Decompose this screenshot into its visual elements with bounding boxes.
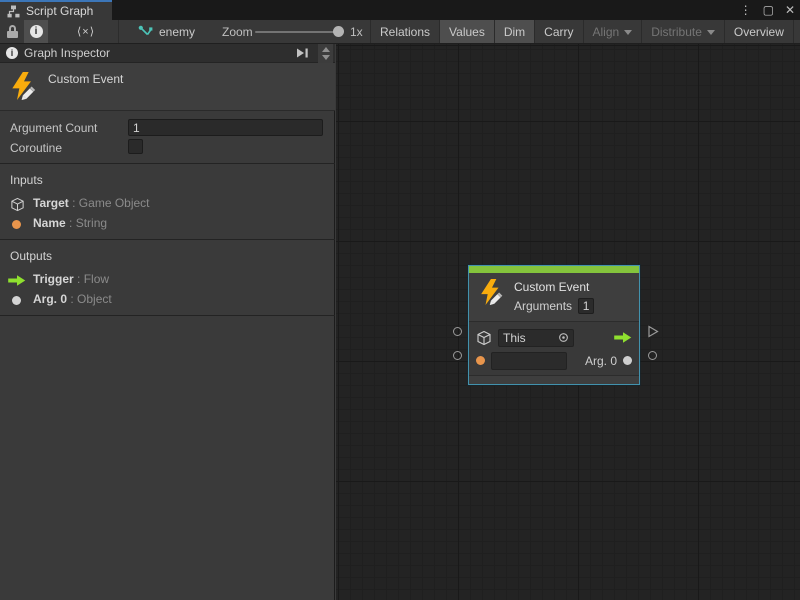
section-divider bbox=[0, 239, 335, 240]
close-icon[interactable]: ✕ bbox=[785, 3, 795, 17]
argument-count-label: Argument Count bbox=[10, 121, 97, 135]
zoom-value: 1x bbox=[350, 25, 363, 39]
section-divider bbox=[0, 315, 335, 316]
variables-button[interactable]: ⟨×⟩ bbox=[68, 20, 104, 43]
outputs-heading: Outputs bbox=[10, 249, 52, 263]
window-menu-icon[interactable]: ⋮ bbox=[740, 3, 752, 17]
port-type: : Game Object bbox=[72, 196, 149, 210]
input-port-target[interactable] bbox=[453, 327, 462, 336]
node-arguments-field[interactable]: 1 bbox=[578, 298, 594, 314]
toolbar: i ⟨×⟩ enemy Zoom 1x Relations Values Dim… bbox=[0, 20, 800, 44]
node-title: Custom Event bbox=[514, 280, 594, 294]
title-bar: Script Graph ⋮ ▢ ✕ bbox=[0, 0, 800, 20]
output-row-arg0: Arg. 0 : Object bbox=[0, 292, 335, 310]
window-controls: ⋮ ▢ ✕ bbox=[740, 0, 795, 20]
graph-name-label: enemy bbox=[159, 25, 195, 39]
tab-script-graph[interactable]: Script Graph bbox=[0, 0, 112, 20]
node-row-arg0: Arg. 0 bbox=[476, 349, 632, 372]
object-port-icon bbox=[12, 296, 21, 305]
chevron-down-icon bbox=[624, 30, 632, 35]
script-graph-window: Script Graph ⋮ ▢ ✕ i ⟨×⟩ enemy Zoom bbox=[0, 0, 800, 600]
lock-button[interactable] bbox=[7, 25, 18, 38]
input-row-target: Target : Game Object bbox=[0, 196, 335, 214]
node-footer bbox=[469, 375, 639, 384]
tab-title: Script Graph bbox=[26, 4, 93, 18]
port-name: Trigger bbox=[33, 272, 74, 286]
zoom-label: Zoom bbox=[222, 25, 253, 39]
object-picker-icon[interactable] bbox=[558, 332, 569, 343]
cube-icon bbox=[10, 197, 25, 212]
node-row-target: This bbox=[476, 326, 632, 349]
trigger-flow-arrow-icon[interactable] bbox=[614, 332, 632, 343]
arg0-label: Arg. 0 bbox=[585, 354, 617, 368]
info-icon: i bbox=[6, 47, 18, 59]
custom-event-icon bbox=[479, 279, 505, 305]
flow-arrow-icon bbox=[8, 275, 26, 286]
relations-button[interactable]: Relations bbox=[370, 20, 439, 43]
align-dropdown[interactable]: Align bbox=[583, 20, 642, 43]
name-input-port-icon[interactable] bbox=[476, 356, 485, 365]
input-row-name: Name : String bbox=[0, 216, 335, 234]
port-type: : Flow bbox=[77, 272, 109, 286]
output-port-trigger[interactable] bbox=[647, 325, 659, 341]
unit-header: Custom Event bbox=[0, 63, 335, 111]
target-value: This bbox=[503, 331, 554, 345]
scroll-up-icon[interactable] bbox=[322, 47, 330, 52]
info-icon: i bbox=[30, 25, 43, 38]
inputs-heading: Inputs bbox=[10, 173, 43, 187]
string-port-icon bbox=[12, 220, 21, 229]
port-name: Arg. 0 bbox=[33, 292, 67, 306]
inspector-header: i Graph Inspector bbox=[0, 44, 335, 63]
distribute-dropdown[interactable]: Distribute bbox=[641, 20, 724, 43]
event-name-input[interactable] bbox=[491, 352, 567, 370]
graph-breadcrumb[interactable]: enemy bbox=[138, 20, 195, 43]
node-body: This Ar bbox=[469, 321, 639, 375]
arg0-output-port-icon[interactable] bbox=[623, 356, 632, 365]
coroutine-label: Coroutine bbox=[10, 141, 62, 155]
port-type: : String bbox=[69, 216, 107, 230]
graph-canvas[interactable]: Custom Event Arguments 1 This bbox=[336, 44, 800, 600]
target-object-picker[interactable]: This bbox=[498, 329, 574, 347]
port-name: Name bbox=[33, 216, 66, 230]
fullscreen-button[interactable]: Full Screen bbox=[793, 20, 800, 43]
argument-count-field[interactable] bbox=[128, 119, 323, 136]
input-port-name[interactable] bbox=[453, 351, 462, 360]
dock-panel-icon[interactable] bbox=[296, 47, 310, 59]
variables-icon: ⟨×⟩ bbox=[77, 25, 95, 38]
scroll-down-icon[interactable] bbox=[322, 55, 330, 60]
toolbar-divider bbox=[118, 20, 119, 43]
port-type: : Object bbox=[70, 292, 111, 306]
output-port-arg0[interactable] bbox=[648, 351, 657, 360]
carry-button[interactable]: Carry bbox=[534, 20, 582, 43]
inspector-scroll-spinner[interactable] bbox=[318, 44, 333, 63]
node-header[interactable]: Custom Event Arguments 1 bbox=[469, 273, 639, 321]
script-graph-asset-icon bbox=[138, 25, 153, 38]
node-arguments-label: Arguments bbox=[514, 299, 572, 313]
flow-port-triangle-icon bbox=[647, 325, 659, 338]
maximize-icon[interactable]: ▢ bbox=[763, 3, 774, 17]
unit-title: Custom Event bbox=[48, 72, 123, 86]
dim-button[interactable]: Dim bbox=[494, 20, 534, 43]
coroutine-checkbox[interactable] bbox=[128, 139, 143, 154]
graph-icon bbox=[7, 5, 20, 18]
graph-inspector-panel: i Graph Inspector Custom Event bbox=[0, 44, 335, 600]
node-event-color-bar bbox=[469, 266, 639, 273]
zoom-slider-track[interactable] bbox=[255, 31, 343, 33]
cube-icon bbox=[476, 330, 492, 346]
section-divider bbox=[0, 163, 335, 164]
custom-event-icon bbox=[10, 72, 38, 100]
toolbar-button-group: Relations Values Dim Carry Align Distrib… bbox=[370, 20, 800, 43]
output-row-trigger: Trigger : Flow bbox=[0, 272, 335, 290]
inspector-toggle-button[interactable]: i bbox=[24, 20, 48, 43]
custom-event-node[interactable]: Custom Event Arguments 1 This bbox=[468, 265, 640, 385]
chevron-down-icon bbox=[707, 30, 715, 35]
inspector-title: Graph Inspector bbox=[24, 46, 110, 60]
values-button[interactable]: Values bbox=[439, 20, 494, 43]
overview-button[interactable]: Overview bbox=[724, 20, 793, 43]
port-name: Target bbox=[33, 196, 69, 210]
zoom-slider-handle[interactable] bbox=[333, 26, 344, 37]
